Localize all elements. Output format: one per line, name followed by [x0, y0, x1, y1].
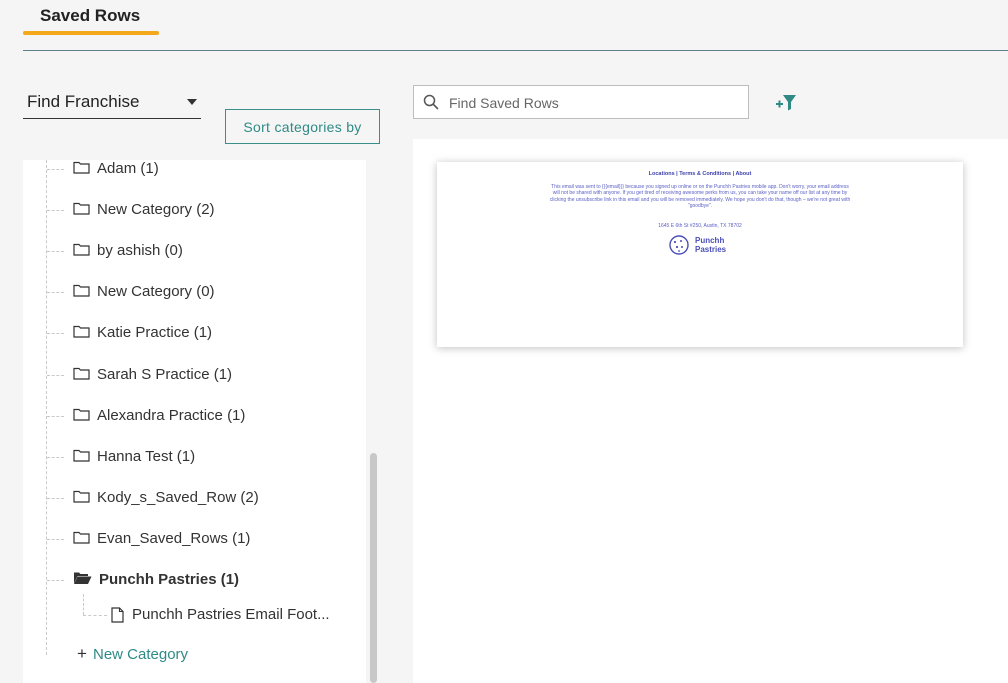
folder-icon [73, 407, 90, 426]
franchise-select-value: Find Franchise [27, 92, 140, 111]
footer-links: Locations | Terms & Conditions | About [648, 171, 752, 177]
saved-rows-preview: Locations | Terms & Conditions | About T… [413, 139, 1008, 683]
tree-folder-item[interactable]: Evan_Saved_Rows (1) [23, 528, 363, 550]
tree-folder-label: Alexandra Practice (1) [97, 407, 246, 424]
add-filter-icon [776, 95, 796, 111]
folder-icon [73, 160, 90, 179]
tree-folder-label: Katie Practice (1) [97, 324, 213, 341]
brand-logo-text: Punchh Pastries [695, 236, 727, 254]
folder-icon [73, 530, 90, 549]
search-box [413, 85, 749, 119]
sort-categories-button[interactable]: Sort categories by [225, 109, 380, 144]
tree-scrollbar-thumb[interactable] [370, 453, 377, 683]
tab-saved-rows[interactable]: Saved Rows [40, 6, 140, 26]
tree-folder-item-expanded[interactable]: Punchh Pastries (1) [23, 569, 363, 591]
plus-icon: + [77, 644, 87, 663]
search-input[interactable] [449, 93, 739, 113]
tree-folder-label: New Category (0) [97, 283, 215, 300]
tree-file-label: Punchh Pastries Email Foot... [132, 606, 330, 623]
category-tree: Adam (1) New Category (2) by ashish (0) … [23, 160, 366, 683]
footer-address: 1645 E 6th St #250, Austin, TX 78702 [658, 223, 742, 229]
cookie-icon [669, 235, 689, 255]
franchise-select[interactable]: Find Franchise [23, 84, 201, 119]
folder-icon [73, 242, 90, 261]
tree-folder-item[interactable]: Adam (1) [23, 160, 363, 180]
tree-folder-item[interactable]: New Category (2) [23, 199, 363, 221]
tree-folder-label: Hanna Test (1) [97, 448, 196, 465]
tree-folder-label: by ashish (0) [97, 242, 183, 259]
new-category-label: New Category [93, 646, 189, 663]
folder-icon [73, 283, 90, 302]
tree-folder-item[interactable]: Kody_s_Saved_Row (2) [23, 487, 363, 509]
tree-folder-label: New Category (2) [97, 201, 215, 218]
tree-folder-item[interactable]: Katie Practice (1) [23, 322, 363, 344]
search-icon [423, 94, 439, 110]
folder-icon [73, 324, 90, 343]
folder-open-icon [73, 571, 92, 590]
folder-icon [73, 489, 90, 508]
caret-down-icon [187, 99, 197, 105]
folder-icon [73, 201, 90, 220]
tree-folder-label: Evan_Saved_Rows (1) [97, 530, 251, 547]
saved-row-card[interactable]: Locations | Terms & Conditions | About T… [437, 162, 963, 347]
active-tab-indicator [23, 31, 159, 35]
tree-file-item[interactable]: Punchh Pastries Email Foot... [23, 594, 363, 628]
tab-bar: Saved Rows [23, 0, 1008, 51]
folder-icon [73, 448, 90, 467]
tree-folder-label: Punchh Pastries (1) [99, 571, 240, 588]
tree-folder-label: Sarah S Practice (1) [97, 366, 233, 383]
folder-icon [73, 366, 90, 385]
tree-folder-item[interactable]: Sarah S Practice (1) [23, 364, 363, 386]
tree-folder-item[interactable]: New Category (0) [23, 281, 363, 303]
tree-folder-item[interactable]: Hanna Test (1) [23, 446, 363, 468]
footer-disclaimer: This email was sent to {{{email}}} becau… [549, 184, 851, 209]
brand-logo: Punchh Pastries [668, 234, 738, 256]
tree-folder-label: Kody_s_Saved_Row (2) [97, 489, 259, 506]
tree-folder-item[interactable]: by ashish (0) [23, 240, 363, 262]
tree-folder-item[interactable]: Alexandra Practice (1) [23, 405, 363, 427]
file-icon [111, 607, 124, 628]
add-filter-button[interactable] [775, 92, 799, 112]
tree-folder-label: Adam (1) [97, 160, 159, 177]
